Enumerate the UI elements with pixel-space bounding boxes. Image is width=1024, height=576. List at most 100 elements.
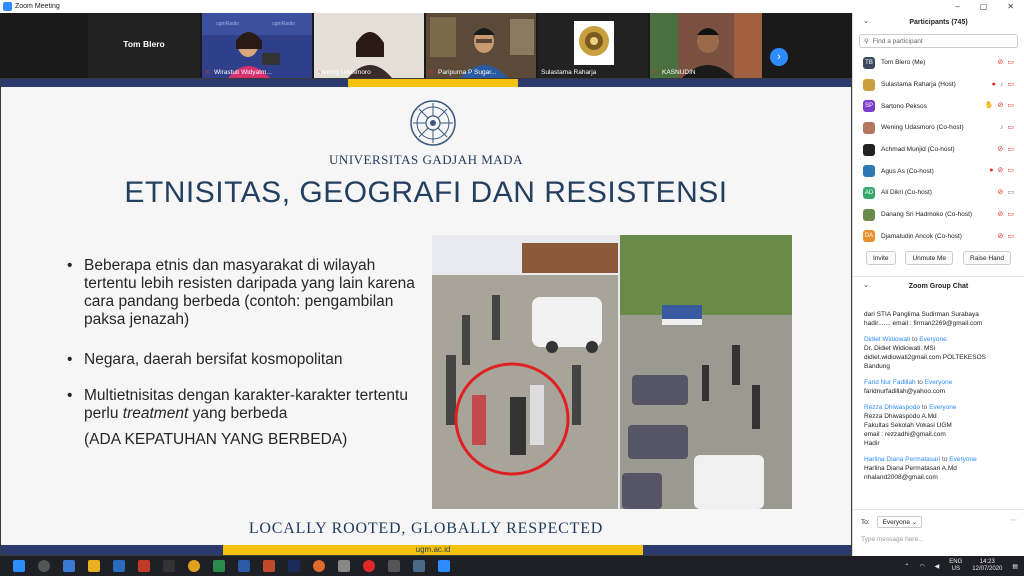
word-icon[interactable] — [238, 560, 250, 572]
participant-row[interactable]: Wening Udasmoro (Co-host) ♪ ▭ — [853, 117, 1024, 139]
participant-row[interactable]: DA Djamaludin Ancok (Co-host) ⊘ ▭ — [853, 226, 1024, 248]
tray-chevron-icon[interactable]: ⌃ — [904, 563, 909, 570]
chat-line: Bandung — [864, 363, 891, 370]
chat-line: faridnurfadillah@yahoo.com — [864, 388, 946, 395]
avatar — [863, 121, 875, 134]
chevron-down-icon[interactable]: ⌄ — [863, 281, 869, 289]
notifications-icon[interactable]: ▤ — [1012, 563, 1018, 570]
muted-mic-icon[interactable]: ⊘ — [998, 166, 1004, 175]
raise-hand-button[interactable]: Raise Hand — [963, 251, 1011, 266]
app-icon[interactable] — [338, 560, 350, 572]
participant-name: Wirastuti Widyatm... — [214, 69, 272, 76]
minimize-button[interactable]: – — [955, 2, 959, 11]
browser-icon[interactable] — [63, 560, 75, 572]
video-off-icon[interactable]: ▭ — [1007, 101, 1014, 110]
video-off-icon[interactable]: ▭ — [1007, 210, 1014, 219]
invite-button[interactable]: Invite — [865, 251, 896, 266]
bullet-item: Negara, daerah bersifat kosmopolitan — [67, 351, 427, 369]
chat-messages[interactable]: dari STIA Panglima Sudirman Surabaya had… — [853, 310, 1024, 510]
next-page-button[interactable]: › — [770, 48, 788, 66]
mic-icon[interactable]: ♪ — [1000, 123, 1004, 132]
close-button[interactable]: ✕ — [1007, 2, 1014, 11]
muted-mic-icon[interactable]: ⊘ — [998, 145, 1004, 154]
muted-mic-icon[interactable]: ⊘ — [998, 232, 1004, 241]
app-icon[interactable] — [188, 560, 200, 572]
svg-text:ugmRadio: ugmRadio — [216, 21, 239, 27]
video-tile[interactable]: ugmRadio ugmRadio ✕ Wirastuti Widyatm... — [202, 13, 312, 78]
chat-sender: Didiet Widiowati — [864, 336, 911, 343]
app-icon[interactable] — [163, 560, 175, 572]
bullet-list: Beberapa etnis dan masyarakat di wilayah… — [67, 257, 427, 449]
participant-name: Agus As (Co-host) — [881, 167, 934, 175]
slide-website: ugm.ac.id — [223, 545, 643, 555]
opera-icon[interactable] — [363, 560, 375, 572]
powerpoint-icon[interactable] — [263, 560, 275, 572]
bullet-emphasis: treatment — [122, 405, 189, 422]
participant-search[interactable]: ⚲ Find a participant — [859, 34, 1018, 48]
video-off-icon[interactable]: ▭ — [1007, 80, 1014, 89]
video-icon[interactable]: ▭ — [1007, 188, 1014, 197]
video-tile[interactable]: Sulastama Raharja — [538, 13, 648, 78]
video-off-icon[interactable]: ▭ — [1007, 145, 1014, 154]
avatar: SP — [863, 100, 875, 113]
search-icon[interactable] — [38, 560, 50, 572]
video-tile[interactable]: ✕ Paripurna P Sugar... — [426, 13, 536, 78]
muted-mic-icon[interactable]: ⊘ — [998, 188, 1004, 197]
clock[interactable]: 14:23 12/07/2020 — [972, 559, 1002, 573]
video-off-icon[interactable]: ▭ — [1007, 232, 1014, 241]
participant-row[interactable]: SP Sartono Peksos ✋ ⊘ ▭ — [853, 95, 1024, 117]
app-icon[interactable] — [413, 560, 425, 572]
firefox-icon[interactable] — [313, 560, 325, 572]
chevron-down-icon[interactable]: ⌄ — [863, 17, 869, 25]
title-bar: Zoom Meeting — [0, 0, 852, 13]
wifi-icon[interactable]: ◠ — [919, 563, 924, 570]
video-strip: Tom Blero ugmRadio ugmRadio ✕ Wirastuti … — [0, 13, 852, 78]
more-options-icon[interactable]: ⋯ — [1011, 516, 1018, 524]
video-off-icon[interactable]: ▭ — [1007, 166, 1014, 175]
muted-mic-icon[interactable]: ⊘ — [998, 58, 1004, 67]
chat-recipient: Everyone — [919, 336, 947, 343]
participant-row[interactable]: Danang Sri Hadmoko (Co-host) ⊘ ▭ — [853, 204, 1024, 226]
video-tile[interactable]: ✕ Wening Udasmoro — [314, 13, 424, 78]
mic-icon[interactable]: ♪ — [1000, 80, 1004, 89]
excel-icon[interactable] — [213, 560, 225, 572]
slide-note: (ADA KEPATUHAN YANG BERBEDA) — [84, 431, 348, 448]
muted-mic-icon[interactable]: ⊘ — [998, 101, 1004, 110]
photoshop-icon[interactable] — [288, 560, 300, 572]
participant-row[interactable]: TB Tom Blero (Me) ⊘ ▭ — [853, 52, 1024, 74]
participant-row[interactable]: Sulastama Raharja (Host) ● ♪ ▭ — [853, 74, 1024, 96]
zoom-taskbar-icon[interactable] — [438, 560, 450, 572]
chevron-right-icon: › — [777, 51, 781, 63]
folder-icon[interactable] — [88, 560, 100, 572]
video-tile[interactable]: ✕ KASNUDIN — [650, 13, 762, 78]
chat-message: dari STIA Panglima Sudirman Surabaya had… — [864, 310, 1017, 328]
participant-name: Ali Dikri (Co-host) — [881, 189, 932, 197]
mail-icon[interactable] — [113, 560, 125, 572]
muted-mic-icon[interactable]: ⊘ — [998, 210, 1004, 219]
avatar — [863, 165, 875, 178]
university-name: UNIVERSITAS GADJAH MADA — [329, 152, 523, 167]
participant-row[interactable]: Achmad Munjid (Co-host) ⊘ ▭ — [853, 139, 1024, 161]
app-icon[interactable] — [138, 560, 150, 572]
start-icon[interactable] — [13, 560, 25, 572]
participant-name: Wening Udasmoro — [317, 69, 371, 76]
avatar — [863, 78, 875, 91]
chat-input[interactable]: Type message here... — [861, 536, 1017, 543]
bullet-item: Multietnisitas dengan karakter-karakter … — [67, 387, 427, 423]
unmute-me-button[interactable]: Unmute Me — [905, 251, 954, 266]
volume-icon[interactable]: ◀ — [935, 563, 940, 570]
chat-recipient-select[interactable]: Everyone ⌄ — [877, 516, 923, 528]
participant-name: Sulastama Raharja (Host) — [881, 81, 956, 89]
raised-hand-icon: ✋ — [984, 102, 994, 110]
participant-row[interactable]: AD Ali Dikri (Co-host) ⊘ ▭ — [853, 182, 1024, 204]
language-indicator[interactable]: ENG US — [949, 559, 962, 573]
video-off-icon[interactable]: ▭ — [1007, 123, 1014, 132]
maximize-button[interactable]: ▢ — [980, 2, 988, 11]
participant-row[interactable]: Agus As (Co-host) ● ⊘ ▭ — [853, 160, 1024, 182]
video-tile[interactable]: Tom Blero — [88, 13, 200, 78]
participant-name: Tom Blero (Me) — [881, 59, 926, 67]
video-off-icon[interactable]: ▭ — [1007, 58, 1014, 67]
app-icon[interactable] — [388, 560, 400, 572]
window-title: Zoom Meeting — [15, 3, 60, 10]
chat-line: email : rezzadhi@gmail.com — [864, 431, 946, 438]
